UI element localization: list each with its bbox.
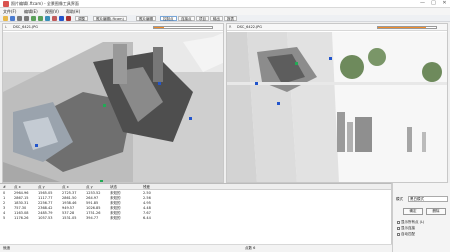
points-table: # 点 x 点 y 点 x 点 y 状态 残差 0 2964.96 1565.0… — [0, 183, 392, 252]
table-header: # 点 x 点 y 点 x 点 y 状态 残差 — [0, 184, 391, 190]
left-panel-header: L DSC_6421.JPG — [3, 24, 223, 31]
save-icon[interactable] — [10, 16, 15, 21]
left-photo[interactable] — [3, 32, 223, 182]
zoom-out-icon[interactable] — [38, 16, 43, 21]
menu-bar: 文件(F) 编辑(E) 视图(V) 帮助(H) — [0, 8, 450, 15]
right-progress-fill — [378, 27, 427, 28]
right-panel-header: R DSC_6422.JPG — [227, 24, 447, 31]
mode-select[interactable]: 黑白模式 — [408, 196, 448, 202]
checkbox-box[interactable] — [397, 226, 400, 230]
column-header-residual[interactable]: 残差 — [143, 185, 150, 190]
tab-photo-edit[interactable]: 照片编辑 — [136, 16, 156, 21]
control-point-marker[interactable] — [35, 144, 38, 147]
minimize-button[interactable]: — — [417, 0, 428, 7]
right-progress-bar — [377, 26, 437, 29]
status-bar: 就绪 点数 6 — [0, 244, 392, 252]
table-cell: 6.44 — [143, 216, 151, 220]
control-point-marker[interactable] — [277, 102, 280, 105]
settings-panel: 模式 黑白模式 确定 删除 显示所有点 (L) 显示连接 自动匹配 — [392, 183, 450, 252]
tab-photo-edit-ftcam[interactable]: 照片编辑(.ftcam) — [93, 16, 127, 21]
mode-label: 模式 — [396, 197, 403, 201]
left-progress-fill — [154, 27, 164, 28]
right-photo-graphic — [227, 32, 447, 182]
undo-icon[interactable] — [17, 16, 22, 21]
window-title: 照片编辑(.ftcam) - 全景图像工具界面 — [11, 1, 79, 6]
table-cell: 1057.53 — [38, 216, 53, 220]
left-panel-id: L — [5, 25, 7, 29]
maximize-button[interactable]: □ — [428, 0, 439, 7]
checkbox-label: 自动匹配 — [401, 232, 415, 236]
control-point-marker[interactable] — [255, 82, 258, 85]
redo-icon[interactable] — [24, 16, 29, 21]
status-text: 就绪 — [3, 246, 10, 250]
checkbox-box[interactable] — [397, 220, 400, 224]
show-all-points-checkbox[interactable]: 显示所有点 (L) — [397, 220, 424, 225]
move-icon[interactable] — [52, 16, 57, 21]
add-point-icon[interactable] — [59, 16, 64, 21]
control-point-marker[interactable] — [329, 57, 332, 60]
checkbox-label: 显示连接 — [401, 226, 415, 230]
column-header-left-y[interactable]: 点 y — [38, 185, 45, 190]
ok-button[interactable]: 确定 — [403, 208, 423, 215]
toolbar: 调整 照片编辑(.ftcam) 照片编辑 控制点 连接点 项目 输出 报表 — [0, 15, 450, 22]
left-photo-graphic — [3, 32, 223, 182]
left-image-name: DSC_6421.JPG — [13, 25, 38, 29]
table-row[interactable]: 5 1176.26 1057.53 1531.05 394.77 未知的 6.4… — [0, 216, 391, 221]
table-cell: 1176.26 — [14, 216, 29, 220]
app-icon — [3, 1, 9, 7]
point-count: 点数 6 — [245, 246, 256, 250]
right-image-panel: R DSC_6422.JPG — [226, 23, 448, 183]
delete-button[interactable]: 删除 — [426, 208, 446, 215]
table-cell: 未知的 — [110, 216, 121, 220]
tab-output[interactable]: 输出 — [210, 16, 223, 21]
control-point-marker[interactable] — [189, 117, 192, 120]
column-header-status[interactable]: 状态 — [110, 185, 117, 190]
tab-control-points[interactable]: 控制点 — [160, 16, 177, 21]
table-cell: 394.77 — [86, 216, 99, 220]
left-progress-bar — [153, 26, 213, 29]
open-icon[interactable] — [3, 16, 8, 21]
checkbox-box[interactable] — [397, 232, 400, 236]
show-links-checkbox[interactable]: 显示连接 — [397, 226, 415, 231]
column-header-left-x[interactable]: 点 x — [14, 185, 21, 190]
control-point-marker[interactable] — [295, 62, 298, 65]
left-image-panel: L DSC_6421.JPG — [2, 23, 224, 183]
title-bar: 照片编辑(.ftcam) - 全景图像工具界面 — □ ✕ — [0, 0, 450, 8]
right-photo[interactable] — [227, 32, 447, 182]
table-cell: 5 — [3, 216, 6, 220]
control-point-marker[interactable] — [158, 82, 161, 85]
right-panel-id: R — [229, 25, 232, 29]
auto-match-checkbox[interactable]: 自动匹配 — [397, 232, 415, 237]
delete-icon[interactable] — [66, 16, 71, 21]
table-cell: 1531.05 — [62, 216, 77, 220]
tab-adjust[interactable]: 调整 — [75, 16, 88, 21]
column-header-right-x[interactable]: 点 x — [62, 185, 69, 190]
column-header-right-y[interactable]: 点 y — [86, 185, 93, 190]
tab-tie-points[interactable]: 连接点 — [178, 16, 195, 21]
column-header-index[interactable]: # — [3, 185, 6, 189]
tab-report[interactable]: 报表 — [224, 16, 237, 21]
right-image-name: DSC_6422.JPG — [237, 25, 262, 29]
control-point-marker[interactable] — [103, 104, 106, 107]
close-button[interactable]: ✕ — [439, 0, 450, 7]
fit-icon[interactable] — [45, 16, 50, 21]
tab-project[interactable]: 项目 — [196, 16, 209, 21]
checkbox-label: 显示所有点 (L) — [401, 220, 425, 224]
zoom-in-icon[interactable] — [31, 16, 36, 21]
